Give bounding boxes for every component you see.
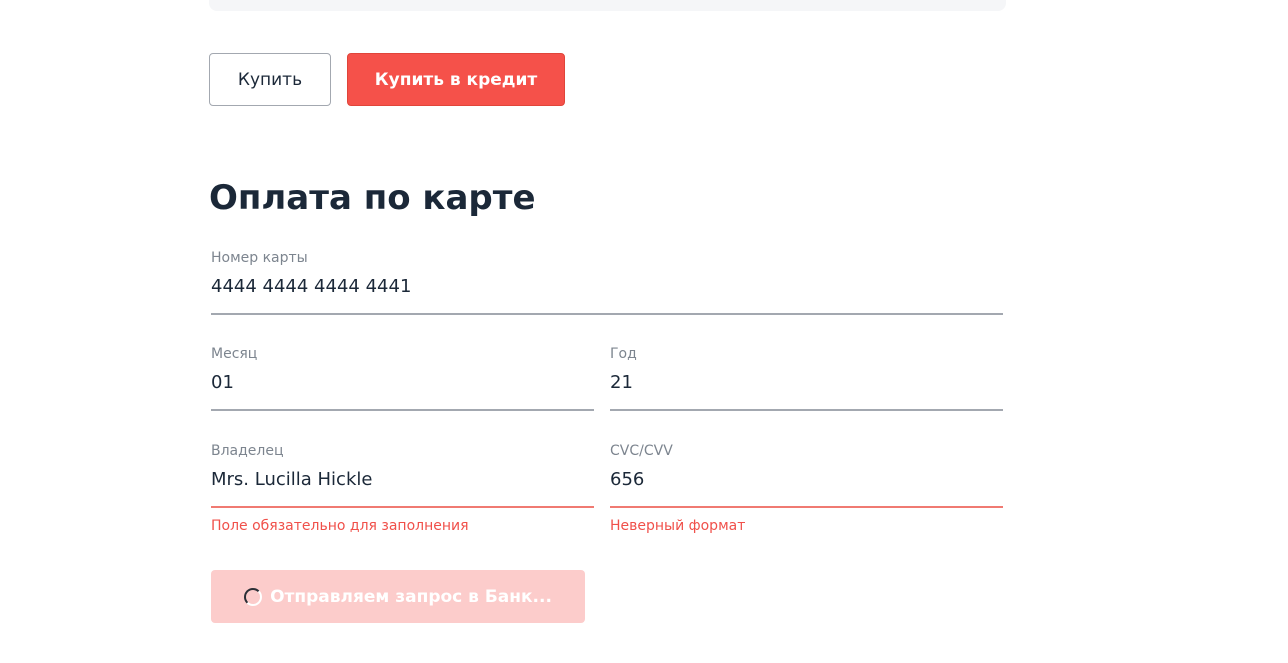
- owner-label: Владелец: [211, 443, 284, 459]
- cvc-underline: [610, 506, 1003, 508]
- cvc-field[interactable]: CVC/CVV 656 Неверный формат: [610, 442, 1003, 542]
- card-number-field[interactable]: Номер карты 4444 4444 4444 4441: [211, 249, 1003, 315]
- buy-credit-button-label: Купить в кредит: [374, 69, 538, 90]
- month-field[interactable]: Месяц 01: [211, 345, 594, 411]
- owner-input[interactable]: Mrs. Lucilla Hickle: [211, 468, 594, 492]
- year-underline: [610, 409, 1003, 411]
- cvc-label: CVC/CVV: [610, 443, 673, 459]
- owner-underline: [211, 506, 594, 508]
- month-label: Месяц: [211, 346, 258, 362]
- owner-error-message: Поле обязательно для заполнения: [211, 518, 469, 534]
- card-number-input[interactable]: 4444 4444 4444 4441: [211, 275, 1003, 299]
- buy-button[interactable]: Купить: [209, 53, 331, 106]
- year-label: Год: [610, 346, 637, 362]
- loading-spinner-icon: [244, 587, 263, 606]
- month-input[interactable]: 01: [211, 371, 594, 395]
- cvc-input[interactable]: 656: [610, 468, 1003, 492]
- year-input[interactable]: 21: [610, 371, 1003, 395]
- owner-field[interactable]: Владелец Mrs. Lucilla Hickle Поле обязат…: [211, 442, 594, 542]
- submit-button[interactable]: Отправляем запрос в Банк...: [211, 570, 585, 623]
- buy-button-label: Купить: [237, 69, 303, 90]
- cvc-error-message: Неверный формат: [610, 518, 746, 534]
- year-field[interactable]: Год 21: [610, 345, 1003, 411]
- submit-button-label: Отправляем запрос в Банк...: [270, 586, 552, 607]
- month-underline: [211, 409, 594, 411]
- top-card: [209, 0, 1006, 11]
- card-number-label: Номер карты: [211, 250, 308, 266]
- page-title: Оплата по карте: [209, 178, 536, 218]
- buy-credit-button[interactable]: Купить в кредит: [347, 53, 565, 106]
- card-number-underline: [211, 313, 1003, 315]
